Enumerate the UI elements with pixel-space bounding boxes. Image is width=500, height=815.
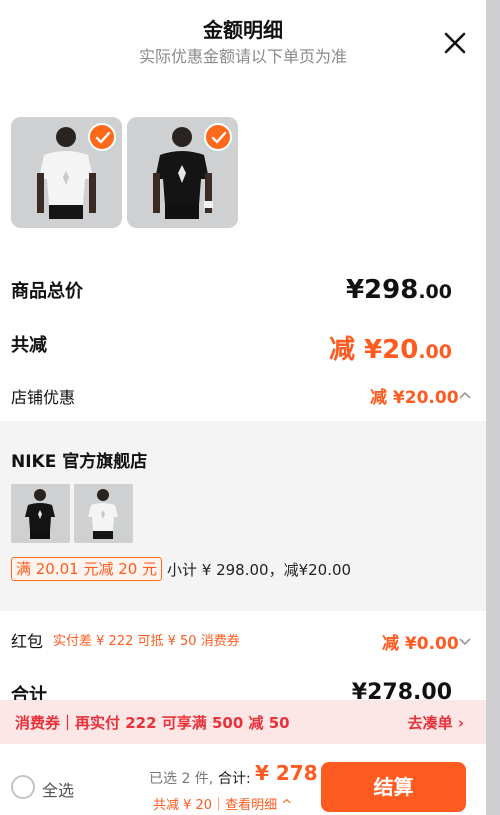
add-on-link[interactable]: 去凑单 › — [408, 712, 464, 733]
footer-total-label: 合计: — [218, 771, 251, 787]
header: 金额明细 实际优惠金额请以下单页为准 — [0, 0, 500, 80]
footer-total-value: ¥ 278 — [255, 761, 318, 785]
store-subtotal: 小计 ¥ 298.00，减¥20.00 — [167, 561, 352, 579]
scrollbar[interactable] — [486, 0, 500, 815]
chevron-down-icon — [459, 638, 471, 646]
hongbao-note: 实付差 ¥ 222 可抵 ¥ 50 消费券 — [53, 634, 240, 649]
close-icon — [444, 32, 466, 54]
product-thumbnail-black-tee[interactable] — [127, 117, 238, 228]
selected-check-badge[interactable] — [88, 123, 116, 151]
store-name: NIKE 官方旗舰店 — [11, 452, 148, 472]
product-image — [11, 484, 70, 543]
hongbao-label: 红包 — [11, 632, 44, 651]
coupon-banner[interactable]: 消费券｜再实付 222 可享满 500 减 50 去凑单 › — [0, 700, 486, 744]
chevron-up-icon — [459, 391, 471, 399]
selected-check-badge[interactable] — [204, 123, 232, 151]
hongbao-value: 减 ¥0.00 — [382, 634, 459, 654]
store-product-thumbnail-white — [74, 484, 133, 543]
coupon-banner-text: 消费券｜再实付 222 可享满 500 减 50 — [15, 714, 290, 732]
view-details-link[interactable]: 共减 ¥ 20｜查看明细 ^ — [153, 794, 292, 813]
checkout-button[interactable]: 结算 — [321, 762, 466, 812]
goods-total-label: 商品总价 — [11, 281, 83, 302]
total-reduce-value: 减 ¥20.00 — [329, 335, 452, 365]
store-discount-label: 店铺优惠 — [11, 388, 76, 407]
hongbao-toggle[interactable]: 减 ¥0.00 — [382, 629, 476, 655]
checkmark-icon — [95, 131, 111, 144]
select-all-radio[interactable] — [11, 775, 35, 799]
promo-tag: 满 20.01 元减 20 元 — [11, 557, 163, 581]
product-image — [74, 484, 133, 543]
product-thumbnail-white-tee[interactable] — [11, 117, 122, 228]
goods-total-value: ¥298.00 — [345, 275, 452, 305]
close-button[interactable] — [440, 28, 470, 58]
total-reduce-label: 共减 — [11, 335, 47, 356]
page-title: 金额明细 — [203, 18, 283, 42]
checkmark-icon — [211, 131, 227, 144]
selected-count: 已选 2 件, — [149, 771, 214, 787]
store-product-thumbnail-black — [11, 484, 70, 543]
select-all-label[interactable]: 全选 — [42, 777, 74, 801]
store-discount-value: 减 ¥20.00 — [370, 388, 459, 408]
store-discount-toggle[interactable]: 减 ¥20.00 — [370, 383, 476, 409]
page-subtitle: 实际优惠金额请以下单页为准 — [138, 47, 347, 66]
